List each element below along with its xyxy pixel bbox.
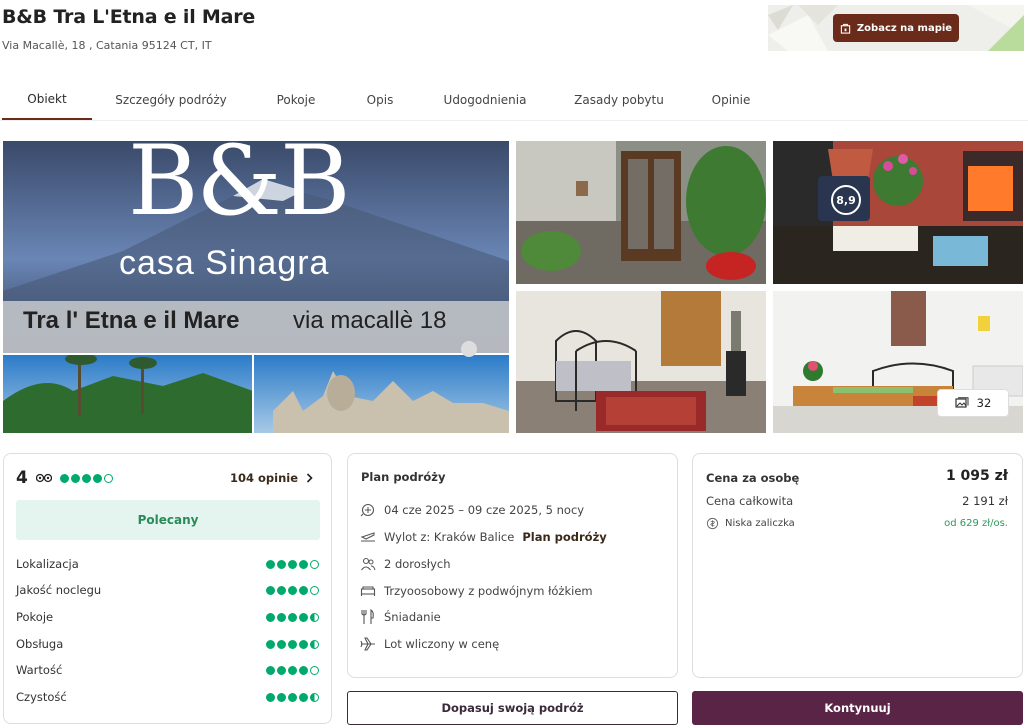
people-icon [361,557,376,571]
deposit-row: Niska zaliczka [706,517,795,530]
price-total-value: 2 191 zł [962,494,1008,508]
tab-bar: Obiekt Szczegóły podróży Pokoje Opis Udo… [0,80,1028,122]
rating-dot [70,473,80,483]
rating-dots [266,612,319,622]
rating-row-jakosc: Jakość noclegu [16,581,319,599]
photo-reception-art [773,141,1023,284]
rating-label: Obsługa [16,637,64,651]
score-row: 4 [16,468,113,488]
deposit-value: od 629 zł/os. [944,518,1008,529]
tab-zasady[interactable]: Zasady pobytu [565,80,673,120]
plan-people: 2 dorosłych [360,555,451,573]
photos-icon [955,397,969,408]
photo-count-button[interactable]: 32 [937,389,1009,417]
price-per-person-value: 1 095 zł [945,468,1008,484]
plan-board-text: Śniadanie [384,610,441,624]
plan-room-text: Trzyoosobowy z podwójnym łóżkiem [384,584,593,598]
hotel-address: Via Macallè, 18 , Catania 95124 CT, IT [2,39,212,52]
show-on-map-label: Zobacz na mapie [856,22,953,34]
price-per-person-label: Cena za osobę [706,471,800,485]
rating-label: Lokalizacja [16,557,79,571]
map-preview[interactable]: Zobacz na mapie [768,5,1024,51]
tab-divider [0,120,1028,121]
plan-departure-text: Wylot z: Kraków Balice [384,530,515,544]
tab-udogodnienia[interactable]: Udogodnienia [435,80,535,120]
hotel-title: B&B Tra L'Etna e il Mare [2,6,256,28]
price-card: Cena za osobę 1 095 zł Cena całkowita 2 … [692,453,1023,678]
photo-reception-desk[interactable]: 8,9 [773,141,1023,284]
tab-pokoje[interactable]: Pokoje [240,80,352,120]
plan-link[interactable]: Plan podróży [522,530,606,544]
photo-bedroom[interactable] [516,291,766,433]
trip-plan-card: Plan podróży 04 cze 2025 – 09 cze 2025, … [347,453,678,678]
rating-label: Wartość [16,663,63,677]
photo-courtyard[interactable] [516,141,766,284]
plan-flight: Lot wliczony w cenę [360,635,499,653]
plan-departure: Wylot z: Kraków Balice Plan podróży [360,528,607,546]
rating-dots [266,639,319,649]
plan-flight-text: Lot wliczony w cenę [384,637,500,651]
photo-dining-room[interactable]: 32 [773,291,1023,433]
header: B&B Tra L'Etna e il Mare Via Macallè, 18… [0,0,1028,60]
rating-label: Jakość noclegu [16,583,102,597]
reviews-link-label: 104 opinie [229,471,298,485]
rating-row-wartosc: Wartość [16,661,319,679]
plane-icon [360,637,375,651]
price-total-label: Cena całkowita [706,494,794,508]
rating-dots [266,585,319,595]
photo-bedroom-art [516,291,766,433]
rating-dots [266,692,319,702]
rating-row-pokoje: Pokoje [16,608,319,626]
reviews-link[interactable]: 104 opinie [230,471,313,485]
plan-dates-text: 04 cze 2025 – 09 cze 2025, 5 nocy [384,503,585,517]
cutlery-icon [361,609,374,624]
tab-opis[interactable]: Opis [350,80,410,120]
rating-dots [266,665,319,675]
sign-text-street: via macallè 18 [293,307,447,334]
plan-board: Śniadanie [360,608,441,626]
coins-icon [706,517,719,530]
score-value: 4 [16,468,28,488]
tripadvisor-icon [35,473,52,483]
main-photo[interactable]: B&B casa Sinagra Tra l' Etna e il Mare v… [3,141,509,433]
rating-dot [59,473,69,483]
plan-room: Trzyoosobowy z podwójnym łóżkiem [360,582,593,600]
customize-trip-button[interactable]: Dopasuj swoją podróż [347,691,678,725]
rating-row-lokalizacja: Lokalizacja [16,555,319,573]
photo-gallery: B&B casa Sinagra Tra l' Etna e il Mare v… [3,141,1023,433]
show-on-map-button[interactable]: Zobacz na mapie [833,14,959,42]
sign-text-casa: casa Sinagra [119,244,330,282]
tab-opinie[interactable]: Opinie [700,80,762,120]
bed-icon [360,586,376,596]
rating-label: Pokoje [16,610,54,624]
sign-text-etna: Tra l' Etna e il Mare [23,307,240,334]
continue-button[interactable]: Kontynuuj [692,691,1023,725]
chevron-right-icon [306,473,313,483]
rating-dot [103,473,113,483]
rating-dot [81,473,91,483]
plane-departure-icon [360,532,375,542]
review-badge: 8,9 [831,185,861,215]
ratings-card: 4 104 opinie Polecany Lokalizacja Jakość… [3,453,332,724]
plan-dates: 04 cze 2025 – 09 cze 2025, 5 nocy [360,501,584,519]
photo-courtyard-art [516,141,766,284]
plan-people-text: 2 dorosłych [384,557,451,571]
deposit-label: Niska zaliczka [725,518,795,529]
rating-row-obsluga: Obsługa [16,635,319,653]
calendar-icon [360,503,375,517]
recommended-badge: Polecany [16,500,320,540]
score-dots [59,473,113,483]
rating-label: Czystość [16,690,67,704]
sign-text-bb: B&B [128,141,351,237]
rating-row-czystosc: Czystość [16,688,319,706]
rating-dots [266,559,319,569]
map-pin-icon [840,23,851,34]
tab-obiekt[interactable]: Obiekt [2,80,92,120]
tab-szczegoly[interactable]: Szczegóły podróży [110,80,232,120]
photo-count: 32 [976,396,992,410]
plan-title: Plan podróży [361,470,446,484]
rating-dot [92,473,102,483]
